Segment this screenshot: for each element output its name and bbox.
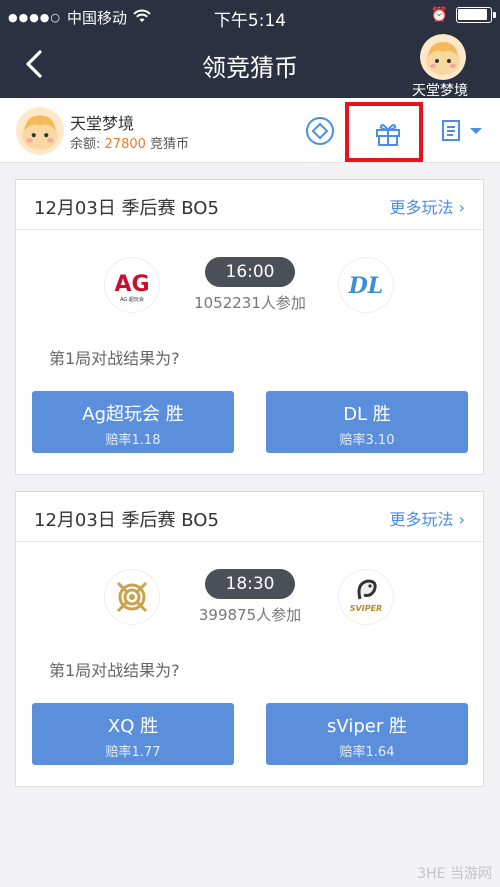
bet-label: sViper 胜 <box>327 716 407 737</box>
balance-unit: 竞猜币 <box>150 137 190 152</box>
nav-bar: 领竞猜币 天堂梦境 <box>0 34 500 100</box>
bet-button-team-b[interactable]: DL 胜 赔率3.10 <box>266 391 468 453</box>
bet-odds: 赔率3.10 <box>339 433 395 448</box>
bet-odds: 赔率1.77 <box>105 745 161 760</box>
card-header: 12月03日 季后赛 BO5 更多玩法 › <box>16 492 483 542</box>
participant-count: 399875人参加 <box>198 606 302 624</box>
nav-user-name: 天堂梦境 <box>412 83 468 99</box>
alarm-icon: ⏰ <box>430 7 448 23</box>
bet-question: 第1局对战结果为? <box>49 661 180 680</box>
match-date: 12月03日 季后赛 BO5 <box>34 198 219 219</box>
participant-count: 1052231人参加 <box>194 294 306 312</box>
team-logo-dl: DL <box>339 258 393 312</box>
user-bar: 天堂梦境 余额: 27800 竞猜币 <box>0 98 500 163</box>
status-bar: ●●●●○ 中国移动 下午5:14 ⏰ <box>0 0 500 34</box>
bet-odds: 赔率1.18 <box>105 433 161 448</box>
svg-text:DL: DL <box>348 273 384 299</box>
team-logo-sviper: SVIPER <box>339 570 393 624</box>
svg-text:SVIPER: SVIPER <box>350 604 382 613</box>
gift-highlight-box <box>345 102 423 162</box>
avatar <box>420 34 466 80</box>
bet-label: DL 胜 <box>343 404 391 425</box>
gift-icon[interactable] <box>375 121 401 147</box>
match-card: 12月03日 季后赛 BO5 更多玩法 › 18:30 399875人参加 SV… <box>15 491 484 787</box>
battery-icon <box>456 7 496 23</box>
user-avatar[interactable] <box>16 107 64 155</box>
bet-button-team-a[interactable]: XQ 胜 赔率1.77 <box>32 703 234 765</box>
balance: 余额: 27800 竞猜币 <box>70 133 189 152</box>
match-date: 12月03日 季后赛 BO5 <box>34 510 219 531</box>
bet-button-team-a[interactable]: Ag超玩会 胜 赔率1.18 <box>32 391 234 453</box>
more-options-link[interactable]: 更多玩法 › <box>390 194 466 218</box>
balance-value: 27800 <box>104 137 146 152</box>
bet-question: 第1局对战结果为? <box>49 349 180 368</box>
nav-user[interactable]: 天堂梦境 <box>408 34 478 100</box>
list-menu-icon[interactable] <box>440 118 488 144</box>
balance-label: 余额: <box>70 137 101 152</box>
watermark: 3HE 当游网 <box>417 866 492 882</box>
coin-icon[interactable] <box>305 116 335 146</box>
card-header: 12月03日 季后赛 BO5 更多玩法 › <box>16 180 483 230</box>
svg-text:AG: AG <box>114 272 149 297</box>
user-name: 天堂梦境 <box>70 114 135 133</box>
match-time: 18:30 <box>205 569 295 599</box>
bet-label: XQ 胜 <box>107 716 159 737</box>
clock: 下午5:14 <box>213 11 287 31</box>
match-time: 16:00 <box>205 257 295 287</box>
svg-text:AG·超玩会: AG·超玩会 <box>120 296 144 303</box>
more-options-link[interactable]: 更多玩法 › <box>390 506 466 530</box>
match-card: 12月03日 季后赛 BO5 更多玩法 › AG AG·超玩会 16:00 10… <box>15 179 484 475</box>
bet-button-team-b[interactable]: sViper 胜 赔率1.64 <box>266 703 468 765</box>
status-right: ⏰ <box>430 7 496 23</box>
bet-odds: 赔率1.64 <box>339 745 395 760</box>
bet-label: Ag超玩会 胜 <box>82 404 184 425</box>
